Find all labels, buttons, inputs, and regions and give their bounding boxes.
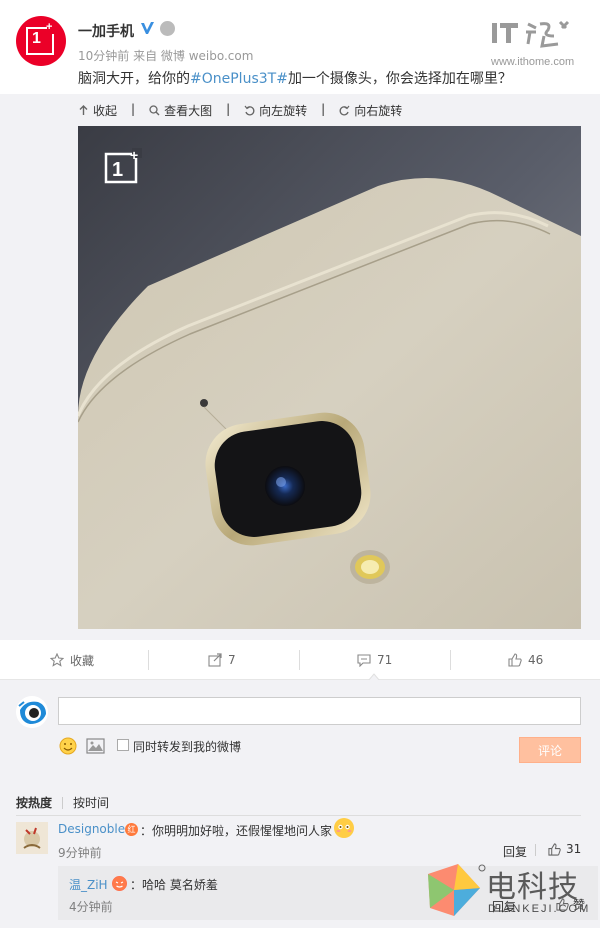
favorite-button[interactable]: 收藏 (50, 640, 94, 680)
blush-emoji-icon (334, 818, 354, 838)
commenter-avatar[interactable] (16, 822, 48, 854)
action-divider (148, 650, 149, 670)
toolbar-divider: | (226, 102, 231, 116)
post-photo[interactable]: 1 + (78, 126, 581, 629)
favorite-label: 收藏 (70, 653, 95, 668)
rotate-left-icon (244, 105, 255, 115)
divider (16, 815, 581, 816)
post-text-part: 加一个摄像头，你会选择加在哪里？ (287, 71, 512, 87)
comment-composer: 同时转发到我的微博 评论 (0, 680, 600, 780)
watermark-cn: 电科技 (486, 870, 579, 905)
collapse-button[interactable]: 收起 (78, 102, 117, 118)
repost-count: 7 (228, 653, 236, 667)
reply-button[interactable]: 回复 (503, 843, 527, 860)
rotate-left-button[interactable]: 向左旋转 (244, 102, 307, 118)
action-bar: 收藏 7 71 46 (0, 640, 600, 680)
rotate-right-label: 向右旋转 (354, 103, 403, 118)
reply-time: 4分钟前 (69, 900, 113, 914)
forward-checkbox[interactable] (117, 739, 129, 751)
thumbs-up-icon (548, 842, 561, 856)
comment-count: 71 (377, 653, 393, 667)
action-divider (450, 650, 451, 670)
rotate-right-icon (339, 105, 350, 115)
collapse-label: 收起 (93, 103, 118, 118)
comment-like-button[interactable]: 31 (548, 842, 581, 856)
media-toolbar: 收起 | 查看大图 | 向左旋转 | 向右旋转 (78, 102, 402, 118)
star-icon (50, 653, 64, 667)
repost-icon (208, 653, 222, 667)
arrow-up-icon (79, 104, 88, 115)
reply-user-name[interactable]: 温_ZiH (69, 876, 108, 893)
member-badge-icon[interactable] (160, 21, 175, 36)
comment-time: 9分钟前 (58, 846, 102, 860)
rotate-right-button[interactable]: 向右旋转 (339, 102, 402, 118)
avatar[interactable]: 1 (16, 16, 66, 66)
user-name[interactable]: 一加手机 (78, 21, 134, 41)
hashtag-link[interactable]: #OnePlus3T# (190, 71, 288, 87)
svg-text:1: 1 (112, 159, 123, 181)
image-icon[interactable] (86, 738, 105, 754)
toolbar-divider: | (131, 102, 136, 116)
thumbs-up-icon (508, 653, 522, 667)
post-text: 脑洞大开，给你的#OnePlus3T#加一个摄像头，你会选择加在哪里？ (78, 68, 512, 88)
view-large-label: 查看大图 (164, 103, 213, 118)
like-button[interactable]: 46 (508, 640, 543, 680)
emoji-icon[interactable] (59, 737, 77, 755)
toolbar-divider: | (321, 102, 326, 116)
like-count: 46 (528, 653, 544, 667)
sort-bar: 按热度 按时间 (16, 794, 109, 811)
search-icon (149, 104, 160, 115)
sort-divider (62, 796, 64, 809)
comment-input[interactable] (58, 697, 581, 725)
comment-icon (357, 654, 371, 667)
oneplus-logo-icon: 1 (26, 21, 55, 55)
rotate-left-label: 向左旋转 (259, 103, 308, 118)
fan-badge-icon: 红 (125, 823, 138, 836)
my-avatar[interactable] (16, 696, 48, 728)
submit-comment-button[interactable]: 评论 (519, 737, 581, 763)
logo-glyph: 1 (32, 30, 41, 47)
post-header: 1 一加手机 10分钟前 来自 微博 weibo.com 脑洞大开，给你的#On… (0, 0, 600, 94)
svg-text:+: + (130, 147, 138, 163)
watermark-en: DIANKEJI.COM (488, 903, 591, 915)
post-meta: 10分钟前 来自 微博 weibo.com (78, 49, 254, 63)
forward-label: 同时转发到我的微博 (133, 740, 242, 754)
comment-action-divider (535, 844, 536, 856)
post-text-part: 脑洞大开，给你的 (78, 71, 190, 87)
reply-text: ：哈哈 莫名娇羞 (130, 878, 218, 892)
comment-like-count: 31 (566, 842, 582, 856)
sort-hot-tab[interactable]: 按热度 (16, 794, 52, 811)
reply-emoji-icon (112, 876, 127, 891)
ithome-url: www.ithome.com (491, 56, 575, 68)
commenter-name[interactable]: Designoble (58, 822, 125, 836)
media-panel: 收起 | 查看大图 | 向左旋转 | 向右旋转 1 + (0, 94, 600, 640)
ithome-logo-icon (492, 20, 570, 48)
view-large-button[interactable]: 查看大图 (149, 102, 212, 118)
verified-icon (141, 22, 154, 34)
comment-text: ：你明明加好啦，还假惺惺地问人家 (140, 824, 333, 838)
sort-time-tab[interactable]: 按时间 (73, 794, 109, 811)
repost-button[interactable]: 7 (208, 640, 236, 680)
action-divider (299, 650, 300, 670)
